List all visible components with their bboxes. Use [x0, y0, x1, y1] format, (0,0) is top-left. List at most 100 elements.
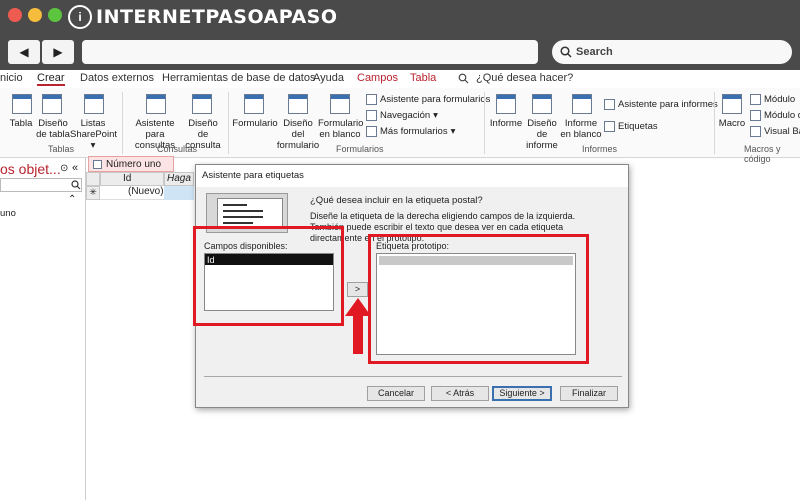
new-record-cell[interactable]: (Nuevo): [100, 186, 164, 200]
back-button[interactable]: ◀: [8, 40, 40, 64]
dialog-title: Asistente para etiquetas: [196, 165, 628, 187]
diseno-tabla-button[interactable]: Diseño de tabla: [36, 118, 70, 140]
wizard-question: ¿Qué desea incluir en la etiqueta postal…: [310, 195, 483, 206]
listas-label: Listas SharePoint: [70, 118, 118, 140]
modulo-de-label: Módulo de: [764, 110, 800, 121]
modulo-clase-button[interactable]: Módulo de: [750, 110, 800, 121]
ribbon-tabs: nicio Crear Datos externos Herramientas …: [0, 70, 800, 88]
form-design-icon: [288, 94, 308, 114]
visual-basic-icon: [750, 126, 761, 137]
formulario-blanco-button[interactable]: Formulario en blanco: [318, 118, 363, 140]
navegacion-label: Navegación: [380, 110, 431, 121]
group-macros-label: Macros y código: [744, 144, 781, 164]
query-wizard-icon: [146, 94, 166, 114]
tab-ayuda[interactable]: Ayuda: [313, 72, 344, 84]
logo-mark-icon: i: [68, 5, 92, 29]
tab-datos-externos[interactable]: Datos externos: [80, 72, 154, 84]
asistente-informes-label: Asistente para informes: [618, 99, 718, 110]
nav-collapse-icon[interactable]: «: [72, 162, 78, 174]
navegacion-button[interactable]: Navegación ▾: [366, 110, 438, 121]
nav-item-table[interactable]: uno: [0, 208, 16, 219]
tell-me-field[interactable]: ¿Qué desea hacer?: [476, 72, 573, 84]
search-icon: [560, 46, 572, 58]
class-module-icon: [750, 110, 761, 121]
visual-basic-button[interactable]: Visual Basi: [750, 126, 800, 137]
separator: [714, 92, 715, 154]
tab-inicio[interactable]: nicio: [0, 72, 23, 84]
diseno-formulario-button[interactable]: Diseño del formulario: [276, 118, 320, 151]
macro-icon: [722, 94, 742, 114]
navigation-pane: os objet... ⊙ « ⌃ uno: [0, 158, 86, 500]
modulo-label: Módulo: [764, 94, 796, 105]
add-column-header[interactable]: Haga cl: [164, 172, 194, 186]
highlight-arrow-icon: [345, 298, 371, 354]
site-logo: i INTERNETPASOAPASO: [68, 4, 338, 30]
informe-button[interactable]: Informe: [488, 118, 524, 129]
separator: [122, 92, 123, 154]
nav-search-input[interactable]: [0, 178, 82, 192]
asistente-formularios-button[interactable]: Asistente para formularios: [366, 94, 490, 105]
cancel-button[interactable]: Cancelar: [367, 386, 425, 401]
zoom-window-button[interactable]: [48, 8, 62, 22]
report-icon: [496, 94, 516, 114]
search-icon: [71, 180, 81, 190]
browser-search-field[interactable]: Search: [552, 40, 792, 64]
nav-pane-title: os objet...: [0, 161, 61, 177]
address-bar[interactable]: [82, 40, 538, 64]
dialog-separator: [204, 376, 622, 377]
next-button[interactable]: Siguiente >: [492, 386, 552, 401]
back-arrow-icon: ◀: [19, 45, 29, 59]
more-forms-icon: [366, 126, 377, 137]
close-window-button[interactable]: [8, 8, 22, 22]
document-tab[interactable]: Número uno: [88, 156, 174, 172]
finish-button[interactable]: Finalizar: [560, 386, 618, 401]
blank-report-icon: [572, 94, 592, 114]
listas-sharepoint-button[interactable]: Listas SharePoint ▾: [70, 118, 118, 151]
sharepoint-list-icon: [84, 94, 104, 114]
separator: [228, 92, 229, 154]
labels-icon: [604, 121, 615, 132]
visual-basic-label: Visual Basi: [764, 126, 800, 137]
formulario-button[interactable]: Formulario: [232, 118, 278, 129]
query-design-icon: [192, 94, 212, 114]
logo-text: INTERNETPASOAPASO: [96, 6, 338, 28]
nav-options-icon[interactable]: ⊙: [60, 163, 68, 174]
new-record-add-cell[interactable]: [164, 186, 194, 200]
table-tab-icon: [93, 159, 102, 169]
back-button[interactable]: < Atrás: [431, 386, 489, 401]
group-formularios-label: Formularios: [336, 144, 384, 154]
column-header-id[interactable]: Id: [100, 172, 164, 186]
form-wizard-icon: [366, 94, 377, 105]
forward-button[interactable]: ▶: [42, 40, 74, 64]
asistente-formularios-label: Asistente para formularios: [380, 94, 491, 105]
nav-group-collapse-icon[interactable]: ⌃: [68, 194, 76, 205]
modulo-button[interactable]: Módulo: [750, 94, 795, 105]
table-design-icon: [42, 94, 62, 114]
minimize-window-button[interactable]: [28, 8, 42, 22]
tab-campos[interactable]: Campos: [357, 72, 398, 84]
lightbulb-search-icon: [458, 73, 469, 84]
document-tab-label: Número uno: [106, 158, 162, 170]
table-icon: [12, 94, 32, 114]
etiquetas-label: Etiquetas: [618, 121, 658, 132]
new-record-marker: ✳: [86, 186, 100, 200]
select-all-cell[interactable]: [86, 172, 100, 186]
mas-formularios-label: Más formularios: [380, 126, 448, 137]
macro-button[interactable]: Macro: [718, 118, 746, 129]
group-consultas-label: Consultas: [157, 144, 198, 154]
group-tablas-label: Tablas: [48, 144, 75, 154]
informe-blanco-button[interactable]: Informe en blanco: [560, 118, 602, 140]
module-icon: [750, 94, 761, 105]
etiquetas-button[interactable]: Etiquetas: [604, 121, 658, 132]
mas-formularios-button[interactable]: Más formularios ▾: [366, 126, 455, 137]
blank-form-icon: [330, 94, 350, 114]
tab-herramientas[interactable]: Herramientas de base de datos: [162, 72, 315, 84]
tab-crear[interactable]: Crear: [37, 72, 65, 86]
report-design-icon: [532, 94, 552, 114]
tab-tabla[interactable]: Tabla: [410, 72, 436, 84]
add-field-button[interactable]: >: [347, 282, 368, 297]
tabla-button[interactable]: Tabla: [6, 118, 36, 129]
separator: [484, 92, 485, 154]
asistente-informes-button[interactable]: Asistente para informes: [604, 99, 718, 110]
diseno-informe-button[interactable]: Diseño de informe: [521, 118, 563, 151]
